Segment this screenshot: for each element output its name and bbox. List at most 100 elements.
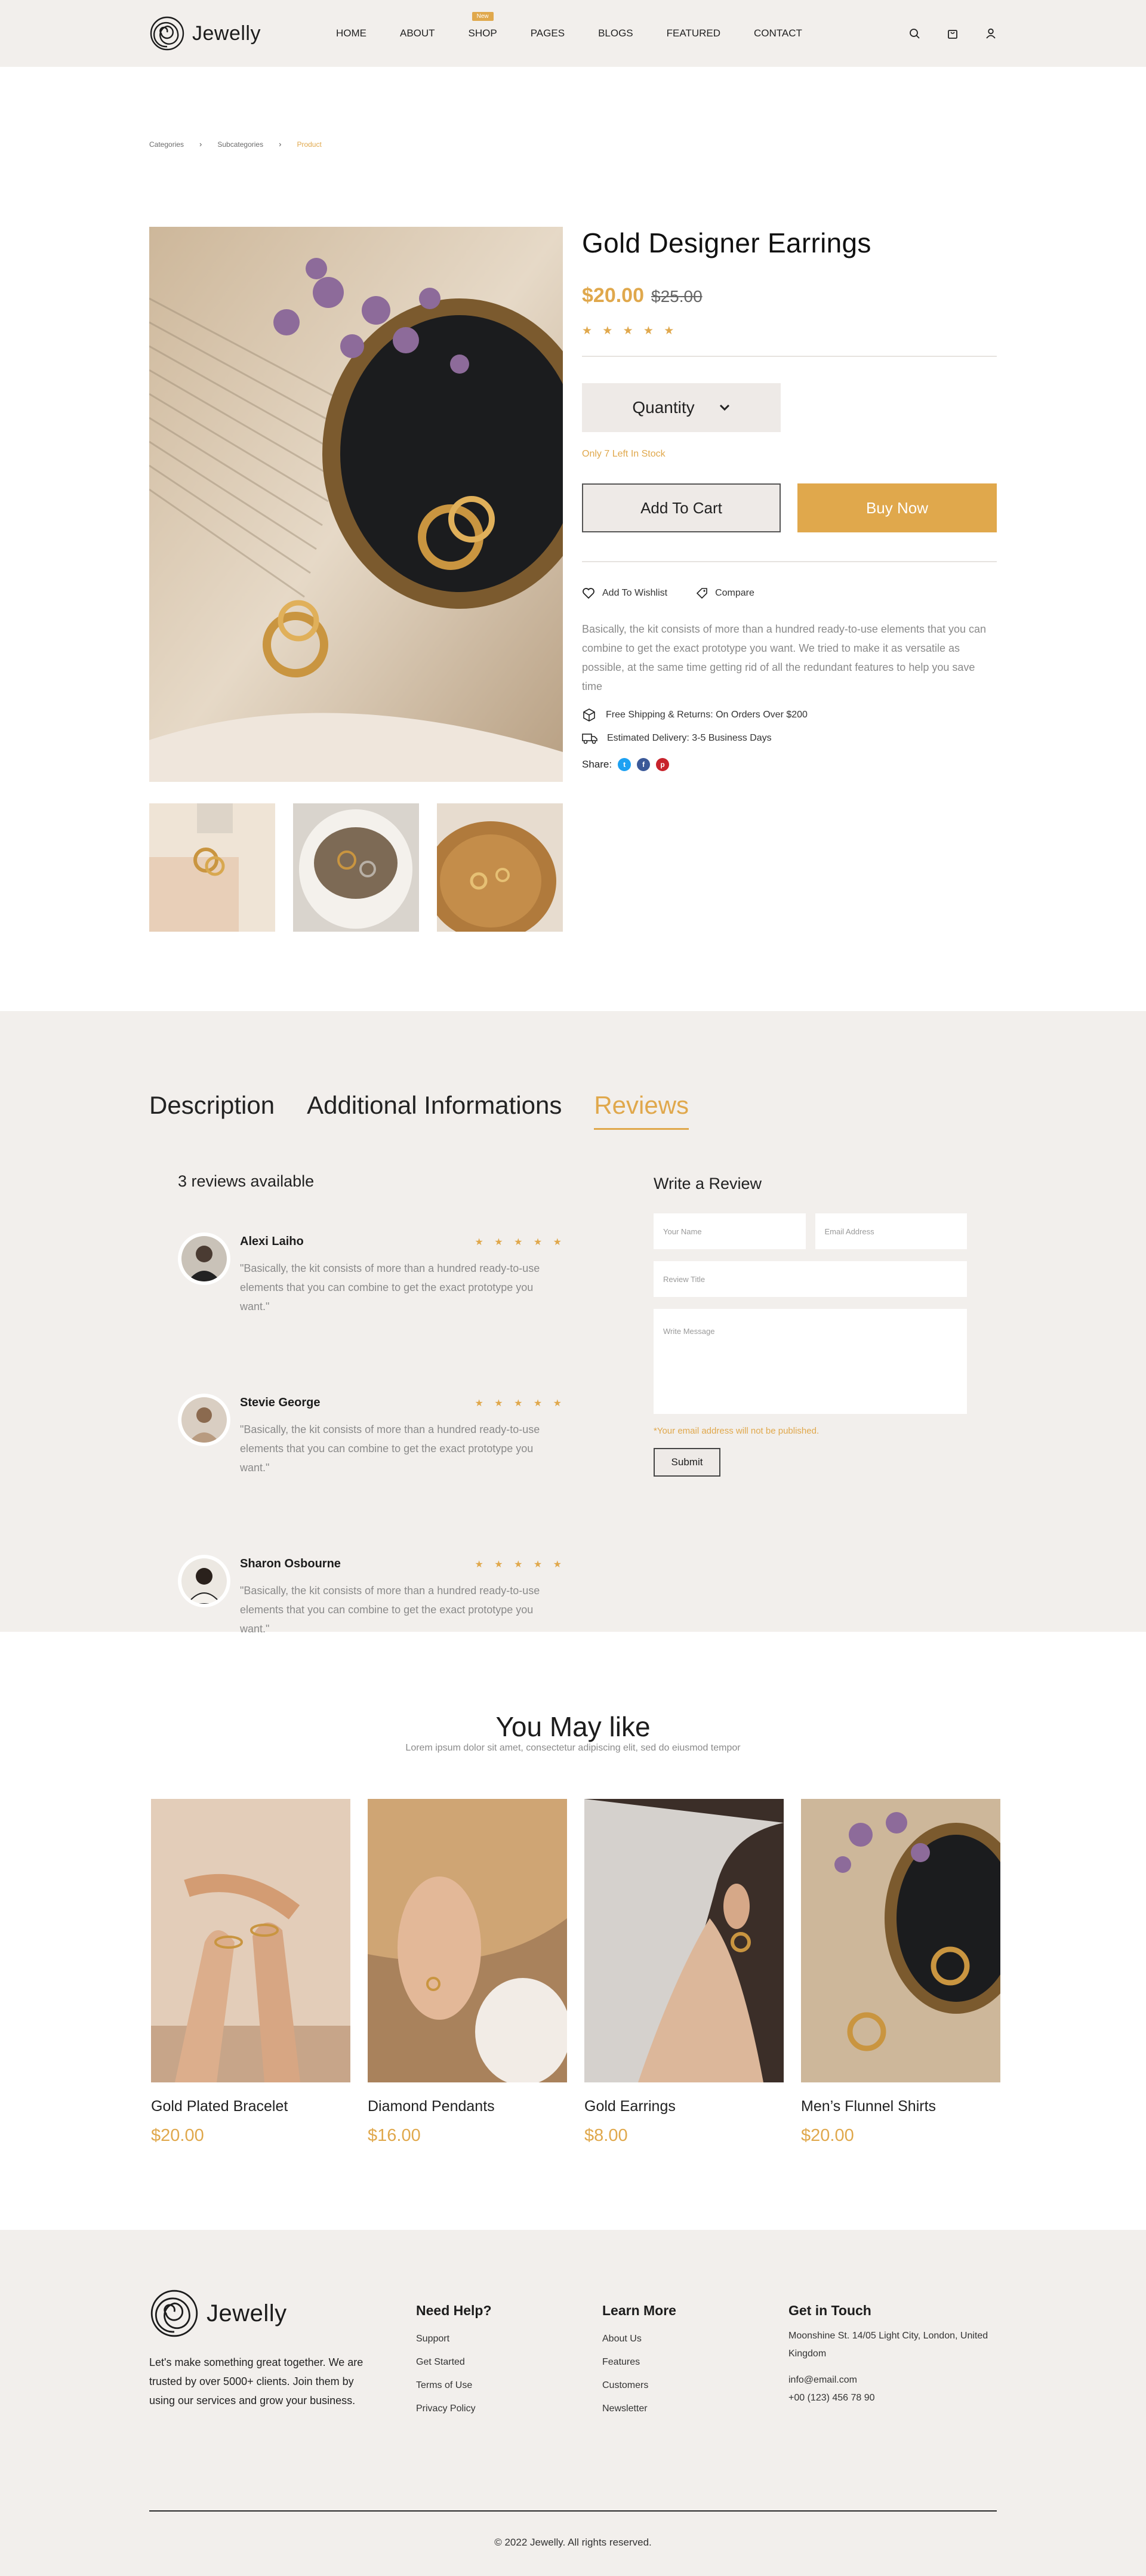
product-cards: Gold Plated Bracelet $20.00 Diamond Pend…	[151, 1799, 1000, 2146]
compare-link[interactable]: Compare	[696, 587, 754, 599]
footer-link-terms[interactable]: Terms of Use	[416, 2374, 595, 2397]
product-title: Gold Designer Earrings	[582, 227, 871, 258]
nav-contact[interactable]: CONTACT	[754, 27, 802, 39]
compare-label: Compare	[715, 588, 754, 598]
breadcrumb: Categories › Subcategories › Product	[149, 140, 997, 149]
footer-divider	[149, 2510, 997, 2512]
wishlist-compare-row: Add To Wishlist Compare	[582, 587, 997, 599]
reviews-list: 3 reviews available Alexi Laiho ★ ★ ★ ★ …	[178, 1172, 566, 1674]
nav-about[interactable]: ABOUT	[400, 27, 435, 39]
footer-link-support[interactable]: Support	[416, 2327, 595, 2350]
product-card[interactable]: Diamond Pendants $16.00	[368, 1799, 567, 2146]
share-row: Share: t f p	[582, 758, 997, 771]
footer-address: Moonshine St. 14/05 Light City, London, …	[788, 2331, 988, 2359]
product-image[interactable]	[368, 1799, 567, 2082]
product-card[interactable]: Men’s Flunnel Shirts $20.00	[801, 1799, 1000, 2146]
review-stars: ★ ★ ★ ★ ★	[475, 1398, 566, 1409]
nav-home[interactable]: HOME	[336, 27, 366, 39]
footer-learn-column: Learn More About Us Features Customers N…	[602, 2303, 781, 2420]
product-name[interactable]: Diamond Pendants	[368, 2098, 567, 2115]
avatar	[178, 1394, 230, 1446]
thumbnail-1[interactable]	[149, 803, 275, 932]
section-title: You May like	[495, 1711, 651, 1742]
footer-phone[interactable]: +00 (123) 456 78 90	[788, 2389, 997, 2407]
product-card[interactable]: Gold Plated Bracelet $20.00	[151, 1799, 350, 2146]
thumbnail-strip	[149, 803, 563, 932]
thumbnail-2[interactable]	[293, 803, 419, 932]
review-title-field[interactable]: Review Title	[654, 1261, 967, 1297]
section-subtitle: Lorem ipsum dolor sit amet, consectetur …	[405, 1743, 741, 1753]
facebook-icon[interactable]: f	[637, 758, 651, 771]
new-badge: New	[472, 12, 494, 21]
message-field[interactable]: Write Message	[654, 1309, 967, 1414]
nav-featured[interactable]: FEATURED	[667, 27, 720, 39]
site-header: Jewelly HOME ABOUT New SHOP PAGES BLOGS …	[0, 0, 1146, 67]
tab-description[interactable]: Description	[149, 1091, 275, 1130]
brand-logo[interactable]: Jewelly	[149, 16, 261, 51]
footer-link-get-started[interactable]: Get Started	[416, 2350, 595, 2374]
reviewer-name: Alexi Laiho	[240, 1235, 304, 1248]
nav-shop[interactable]: New SHOP	[469, 12, 497, 39]
buy-now-button[interactable]: Buy Now	[797, 483, 997, 532]
footer-link-features[interactable]: Features	[602, 2350, 781, 2374]
product-card[interactable]: Gold Earrings $8.00	[584, 1799, 784, 2146]
product-image[interactable]	[801, 1799, 1000, 2082]
footer-link-about-us[interactable]: About Us	[602, 2327, 781, 2350]
review-text: "Basically, the kit consists of more tha…	[240, 1423, 540, 1474]
add-to-cart-button[interactable]: Add To Cart	[582, 483, 781, 532]
footer-link-privacy[interactable]: Privacy Policy	[416, 2397, 595, 2420]
pinterest-icon[interactable]: p	[656, 758, 670, 771]
tab-reviews[interactable]: Reviews	[594, 1091, 689, 1130]
footer-contact-column: Get in Touch Moonshine St. 14/05 Light C…	[788, 2303, 997, 2407]
shipping-info: Free Shipping & Returns: On Orders Over …	[582, 708, 997, 722]
tab-additional-informations[interactable]: Additional Informations	[307, 1091, 562, 1130]
review-item: Alexi Laiho ★ ★ ★ ★ ★ "Basically, the ki…	[178, 1232, 566, 1352]
product-tabs-section: Description Additional Informations Revi…	[0, 1011, 1146, 1635]
product-tabs: Description Additional Informations Revi…	[149, 1091, 689, 1130]
site-footer: Jewelly Let's make something great toget…	[0, 2230, 1146, 2576]
breadcrumb-categories[interactable]: Categories	[149, 140, 184, 149]
product-name[interactable]: Men’s Flunnel Shirts	[801, 2098, 1000, 2115]
quantity-select[interactable]: Quantity	[582, 383, 781, 432]
submit-review-button[interactable]: Submit	[654, 1448, 720, 1477]
bag-icon[interactable]	[947, 27, 959, 39]
heart-icon	[583, 588, 594, 599]
product-main-image[interactable]	[149, 227, 563, 782]
divider	[582, 561, 997, 562]
nav-blogs[interactable]: BLOGS	[598, 27, 633, 39]
chevron-right-icon: ›	[279, 140, 282, 149]
footer-email[interactable]: info@email.com	[788, 2371, 997, 2389]
truck-icon	[582, 734, 597, 744]
nav-pages[interactable]: PAGES	[531, 27, 565, 39]
product-name[interactable]: Gold Earrings	[584, 2098, 784, 2115]
twitter-icon[interactable]: t	[618, 758, 631, 771]
footer-link-newsletter[interactable]: Newsletter	[602, 2397, 781, 2420]
name-field[interactable]: Your Name	[654, 1213, 806, 1249]
breadcrumb-subcategories[interactable]: Subcategories	[217, 140, 263, 149]
product-image[interactable]	[584, 1799, 784, 2082]
stock-status: Only 7 Left In Stock	[582, 449, 666, 459]
add-to-wishlist-link[interactable]: Add To Wishlist	[582, 587, 667, 599]
product-name[interactable]: Gold Plated Bracelet	[151, 2098, 350, 2115]
product-price: $8.00	[584, 2126, 628, 2145]
shipping-text: Free Shipping & Returns: On Orders Over …	[606, 710, 808, 720]
quantity-label: Quantity	[632, 398, 695, 417]
chevron-down-icon	[719, 404, 729, 411]
footer-learn-title: Learn More	[602, 2303, 676, 2318]
chevron-right-icon: ›	[199, 140, 202, 149]
footer-help-title: Need Help?	[416, 2303, 492, 2318]
breadcrumb-product: Product	[297, 140, 322, 149]
thumbnail-3[interactable]	[437, 803, 563, 932]
delivery-info: Estimated Delivery: 3-5 Business Days	[582, 732, 997, 745]
search-icon[interactable]	[908, 27, 920, 39]
user-icon[interactable]	[985, 27, 997, 39]
product-image[interactable]	[151, 1799, 350, 2082]
footer-brand-name: Jewelly	[207, 2300, 287, 2327]
review-text: "Basically, the kit consists of more tha…	[240, 1262, 540, 1312]
footer-logo[interactable]: Jewelly	[149, 2288, 376, 2338]
privacy-note: *Your email address will not be publishe…	[654, 1426, 820, 1436]
email-field[interactable]: Email Address	[815, 1213, 967, 1249]
footer-contact-title: Get in Touch	[788, 2303, 871, 2318]
footer-link-customers[interactable]: Customers	[602, 2374, 781, 2397]
price-row: $20.00 $25.00	[582, 284, 997, 307]
